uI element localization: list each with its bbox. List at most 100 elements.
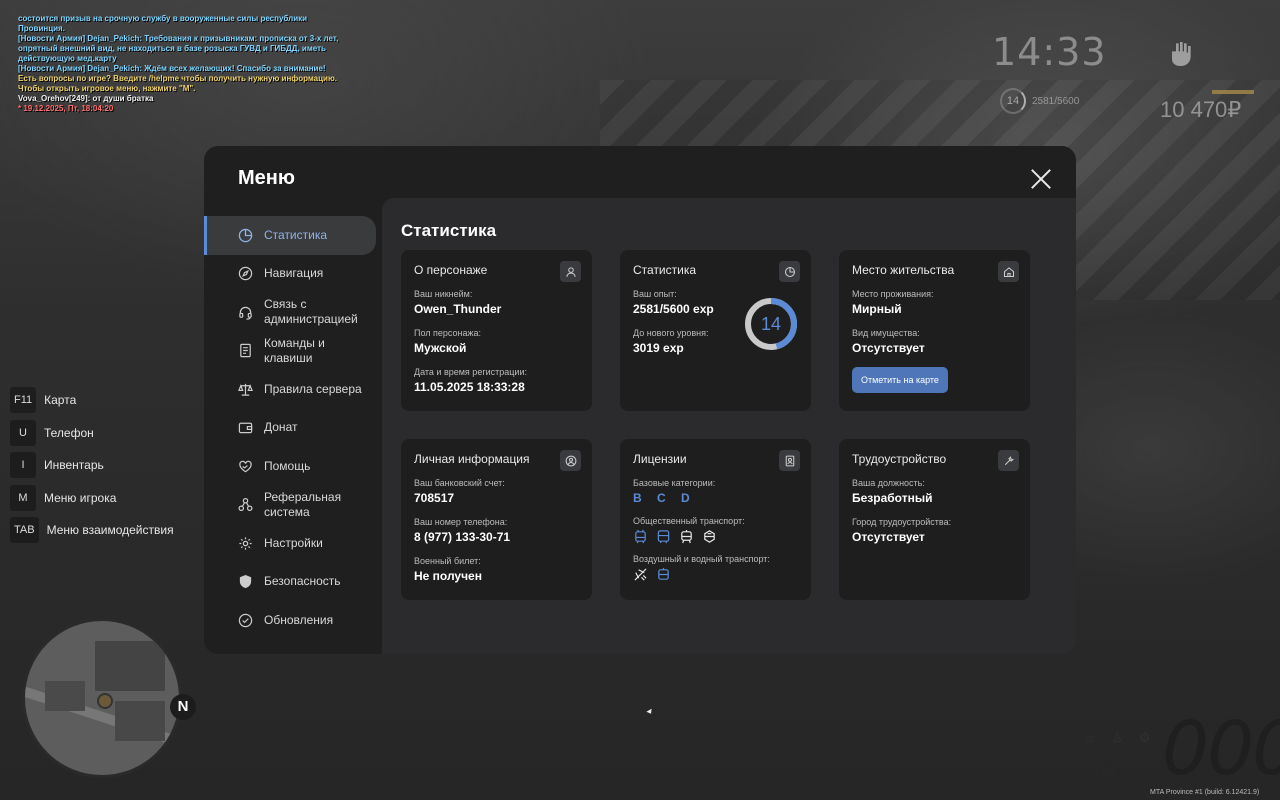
speed-readout: 000 [1162,706,1280,792]
card-title: Лицензии [633,452,687,466]
card-personal: Личная информация Ваш банковский счет: 7… [401,439,592,600]
nav-label: Помощь [264,458,311,473]
nav-label: Правила сервера [264,381,362,396]
keybind-row: F11 Карта [10,387,174,413]
key-label: Карта [44,393,77,407]
user-icon [560,261,581,282]
nav-label: Реферальная система [264,489,342,519]
chat-log: состоится призыв на срочную службу в воо… [18,14,348,114]
card-title: Трудоустройство [852,452,947,466]
residence-value: Мирный [852,302,902,316]
field-label: Ваш банковский счет: [414,478,505,488]
mark-on-map-button[interactable]: Отметить на карте [852,367,948,393]
nav-label: Настройки [264,535,323,550]
bus-icon [657,530,670,544]
trolleybus-icon [635,529,646,544]
compass-icon [237,266,253,282]
keybind-hints: F11 Карта U Телефон I Инвентарь M Меню игрок… [10,387,174,550]
nav-item-rules[interactable]: Правила сервера [204,370,376,409]
card-stats: Статистика Ваш опыт: 2581/5600 exp До но… [620,250,811,411]
game-clock: 14:33 [992,30,1107,74]
nav-label: Навигация [264,266,324,281]
taxi-icon [704,530,715,543]
nav-item-commands[interactable]: Команды и клавиши [204,332,376,371]
key-label: Телефон [44,425,94,440]
nickname-value: Owen_Thunder [414,302,502,316]
mouse-cursor-icon [646,708,654,716]
bank-account-value: 708517 [414,491,455,505]
close-button[interactable] [1030,168,1052,190]
map-building [45,681,85,711]
chat-line: * 19.12.2025, Пт, 18:04:20 [18,104,114,113]
map-building [115,701,165,741]
chat-line: состоится призыв на срочную службу в воо… [18,14,308,33]
exp-readout: 2581/5600 [1032,96,1080,107]
key-cap: U [10,419,36,446]
nav-item-donate[interactable]: Донат [204,409,376,448]
nav-item-help[interactable]: Помощь [204,447,376,486]
tram-icon [681,529,692,544]
chat-line: [Новости Армия] Dejan_Pekich: Требования… [18,34,339,63]
nav-label: Обновления [264,612,334,627]
field-label: Воздушный и водный транспорт: [633,554,770,564]
user-circle-icon [560,450,581,471]
heart-hand-icon [237,458,253,474]
menu-sidebar: Статистика Навигация Связь с администрац… [204,216,376,640]
field-label: Ваша должность: [852,478,925,488]
field-label: Военный билет: [414,556,481,566]
player-marker-icon [97,693,113,709]
nav-item-navigation[interactable]: Навигация [204,255,376,294]
card-employment: Трудоустройство Ваша должность: Безработ… [839,439,1030,600]
field-label: Общественный транспорт: [633,516,745,526]
keybind-row: U Телефон [10,419,174,446]
key-label: Меню игрока [44,490,117,505]
field-label: Базовые категории: [633,478,716,488]
fuel-readout: 049 [1082,754,1136,787]
property-value: Отсутствует [852,341,925,355]
registration-value: 11.05.2025 18:33:28 [414,380,525,394]
nav-item-admin-contact[interactable]: Связь с администрацией [204,293,376,332]
vehicle-status-icons: ☼ ♙ ⚙ [1084,730,1157,745]
map-building [95,641,165,691]
chat-line: [Новости Армия] Dejan_Pekich: Ждём всех … [18,64,326,73]
chat-line: Есть вопросы по игре? Введите /helpme чт… [18,74,338,83]
military-id-value: Не получен [414,569,482,583]
field-label: Город трудоустройства: [852,517,952,527]
field-label: Пол персонажа: [414,328,482,338]
stats-content: Статистика О персонаже Ваш никнейм: Owen… [382,198,1076,654]
nav-item-updates[interactable]: Обновления [204,601,376,640]
card-title: Место жительства [852,263,955,277]
nav-label: Статистика [264,227,328,242]
player-menu: Меню Статистика Навигация Связь с админи… [204,146,1076,654]
check-circle-icon [237,612,253,628]
key-cap: I [10,452,36,478]
nav-label: Связь с администрацией [264,297,358,327]
chat-line: Vova_Orehov[249]: от души братка [18,94,154,103]
menu-title: Меню [238,167,295,189]
nav-label: Безопасность [264,574,341,589]
keybind-row: TAB Меню взаимодействия [10,517,174,543]
shield-icon [237,574,253,590]
key-cap: F11 [10,387,37,413]
minimap[interactable] [22,618,182,778]
nav-item-settings[interactable]: Настройки [204,524,376,563]
key-cap: TAB [10,517,39,543]
home-icon [998,261,1019,282]
key-cap: M [10,484,36,511]
nav-item-referral[interactable]: Реферальная система [204,486,376,525]
keybind-row: M Меню игрока [10,484,174,511]
level-indicator: 14 [1000,88,1026,114]
nav-item-security[interactable]: Безопасность [204,563,376,602]
nav-item-statistics[interactable]: Статистика [204,216,376,255]
key-label: Меню взаимодействия [46,523,174,537]
build-info: MTA Province #1 (build: 6.12421.9) [1150,789,1260,796]
gender-value: Мужской [414,341,467,355]
level-number: 14 [760,314,782,334]
job-position-value: Безработный [852,491,933,505]
wallet-icon [237,420,253,436]
field-label: Вид имущества: [852,328,920,338]
headset-icon [237,304,253,320]
card-title: О персонаже [414,263,488,277]
field-label: Дата и время регистрации: [414,367,527,377]
chat-line: Чтобы открыть игровое меню, нажмите "M". [18,84,196,93]
